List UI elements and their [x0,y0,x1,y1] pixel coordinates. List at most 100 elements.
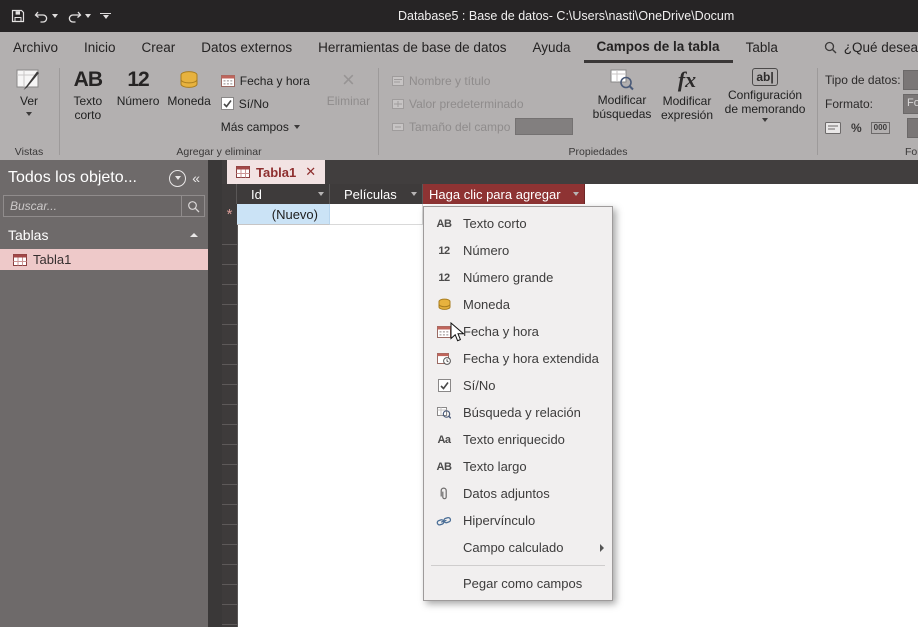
quick-access-toolbar [0,9,111,23]
thousands-format-icon[interactable]: 000 [870,122,891,134]
field-size-input[interactable] [515,118,574,135]
document-tab-tabla1[interactable]: Tabla1 ✕ [227,160,326,184]
window-title: Database5 : Base de datos- C:\Users\nast… [398,9,735,23]
column-header-id[interactable]: Id [237,184,330,204]
search-placeholder: Buscar... [10,199,57,213]
filter-dropdown-icon[interactable] [411,192,417,196]
cell-peliculas-new[interactable] [330,204,423,225]
rich-text-icon: Aa [437,433,451,446]
lookup-icon [434,404,454,422]
redo-button[interactable] [67,10,91,23]
currency-format-icon[interactable] [825,121,842,135]
customize-qat-button[interactable] [100,13,111,19]
hyperlink-icon [434,512,454,530]
tab-ayuda[interactable]: Ayuda [519,32,583,63]
undo-icon [34,11,48,23]
tab-crear[interactable]: Crear [129,32,189,63]
fx-icon: fx [677,67,697,92]
formato-label: Formato: [825,97,874,111]
column-header-peliculas[interactable]: Películas [330,184,423,204]
short-text-icon: AB [436,217,452,230]
menu-item-campo-calculado[interactable]: Campo calculado [424,534,612,561]
tab-tabla[interactable]: Tabla [733,32,791,63]
group-separator [59,68,60,155]
calculated-field-icon [434,539,454,557]
tab-herramientas[interactable]: Herramientas de base de datos [305,32,519,63]
tell-me-search[interactable]: ¿Qué desea [824,32,918,63]
record-selector-header[interactable] [222,184,237,204]
tab-campos-de-la-tabla[interactable]: Campos de la tabla [583,32,733,63]
long-text-icon: AB [436,460,452,473]
table-icon [13,253,27,266]
fecha-y-hora-button[interactable]: Fecha y hora [220,69,310,92]
shutter-bar-close-icon[interactable]: « [192,170,200,186]
menu-item-busqueda-y-relacion[interactable]: Búsqueda y relación [424,399,612,426]
group-separator [378,68,379,155]
add-field-menu: AB Texto corto 12 Número 12 Número grand… [423,206,613,601]
default-value-icon [392,98,404,109]
group-label-formato: Formato [905,146,918,158]
attachment-icon [434,485,454,503]
decimal-buttons[interactable] [907,118,918,138]
save-button[interactable] [11,9,25,23]
mas-campos-button[interactable]: Más campos [221,115,310,138]
modify-lookups-icon [610,69,634,91]
close-tab-icon[interactable]: ✕ [305,164,316,180]
search-button[interactable] [181,196,204,216]
nav-pane-menu-button[interactable] [169,169,187,187]
memo-settings-icon: ab| [752,68,778,86]
yes-no-icon [434,377,454,395]
menu-item-texto-largo[interactable]: AB Texto largo [424,453,612,480]
menu-item-si-no[interactable]: Sí/No [424,372,612,399]
menu-item-pegar-como-campos[interactable]: Pegar como campos [424,570,612,597]
ver-button[interactable]: Ver [0,63,58,116]
cell-id-new[interactable]: (Nuevo) [237,204,330,225]
redo-dropdown-icon[interactable] [85,14,91,18]
tamano-del-campo-button[interactable]: Tamaño del campo [392,115,588,138]
ver-dropdown-icon[interactable] [26,111,32,116]
group-vistas: Ver Vistas [0,63,58,160]
date-time-icon [220,75,235,87]
redo-icon [68,11,82,23]
undo-button[interactable] [34,10,58,23]
valor-predeterminado-button[interactable]: Valor predeterminado [392,92,588,115]
ribbon: Ver Vistas AB Texto corto 12 Número Mone… [0,63,918,161]
group-label-vistas: Vistas [14,146,44,158]
menu-item-moneda[interactable]: Moneda [424,291,612,318]
group-separator [817,68,818,155]
percent-format-icon[interactable]: % [851,121,862,135]
document-left-margin [208,160,222,627]
tab-inicio[interactable]: Inicio [71,32,129,63]
short-text-icon: AB [73,68,103,91]
collapse-section-icon [190,233,198,237]
undo-dropdown-icon[interactable] [52,14,58,18]
menu-item-datos-adjuntos[interactable]: Datos adjuntos [424,480,612,507]
navigation-pane: Todos los objeto... « Buscar... Tablas T… [0,160,208,627]
si-no-button[interactable]: Sí/No [220,92,310,115]
memo-dropdown-icon [762,117,769,122]
menu-item-texto-enriquecido[interactable]: Aa Texto enriquecido [424,426,612,453]
menu-item-numero-grande[interactable]: 12 Número grande [424,264,612,291]
column-header-add-field[interactable]: Haga clic para agregar [423,184,585,204]
tab-archivo[interactable]: Archivo [0,32,71,63]
number-icon: 12 [438,244,450,257]
mouse-cursor [450,321,465,348]
currency-icon [434,296,454,314]
menu-item-texto-corto[interactable]: AB Texto corto [424,210,612,237]
tab-datos-externos[interactable]: Datos externos [188,32,305,63]
add-field-dropdown-icon[interactable] [573,192,579,196]
tipo-datos-select[interactable] [903,70,918,90]
new-record-selector[interactable]: * [222,204,238,225]
formato-select[interactable]: Form [903,94,918,114]
large-number-icon: 12 [438,271,450,284]
record-selector-column[interactable] [222,225,238,627]
nombre-y-titulo-button[interactable]: Nombre y título [392,69,588,92]
group-label-agregar: Agregar y eliminar [176,146,262,158]
sidebar-item-tabla1[interactable]: Tabla1 [0,249,208,270]
menu-item-fecha-y-hora-extendida[interactable]: Fecha y hora extendida [424,345,612,372]
sidebar-section-tablas[interactable]: Tablas [0,217,208,249]
menu-item-numero[interactable]: 12 Número [424,237,612,264]
search-input[interactable]: Buscar... [3,195,205,217]
menu-item-hipervinculo[interactable]: Hipervínculo [424,507,612,534]
filter-dropdown-icon[interactable] [318,192,324,196]
